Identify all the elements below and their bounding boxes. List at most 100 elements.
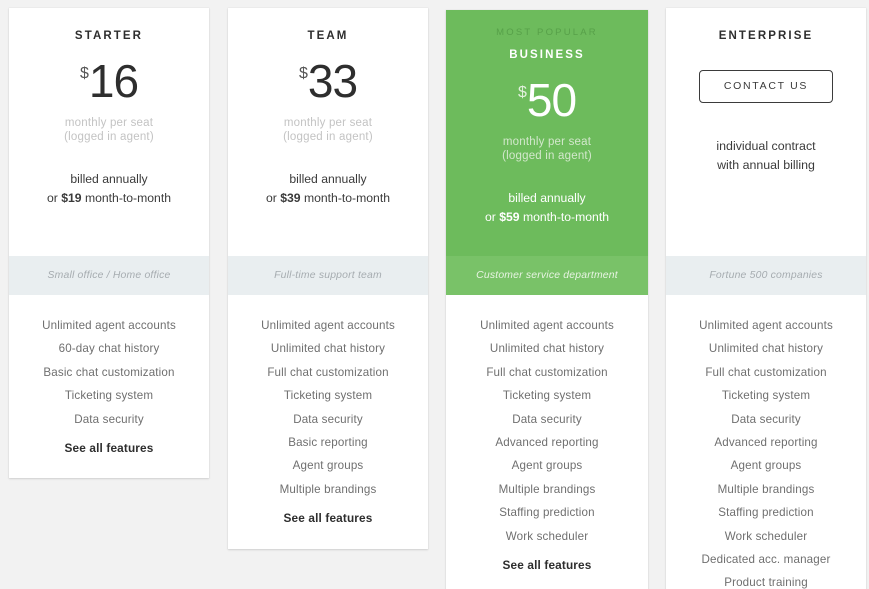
most-popular-badge: MOST POPULAR: [496, 27, 598, 38]
billing-note: billed annually or $19 month-to-month: [21, 170, 197, 208]
billed-prefix: or: [266, 191, 281, 205]
per-seat-line-1: monthly per seat: [502, 136, 592, 148]
currency-symbol: $: [79, 65, 89, 82]
plan-header-enterprise: ENTERPRISE CONTACT US individual contrac…: [666, 8, 866, 256]
feature-item: Ticketing system: [721, 389, 811, 403]
feature-item: Advanced reporting: [495, 436, 599, 450]
feature-item: Data security: [74, 412, 144, 426]
plan-tagline: Small office / Home office: [9, 256, 209, 295]
price-amount: 33: [307, 55, 358, 107]
plan-card-team[interactable]: TEAM $33 monthly per seat (logged in age…: [228, 8, 428, 549]
feature-item: Ticketing system: [283, 389, 373, 403]
feature-item: Full chat customization: [486, 365, 608, 379]
feature-item: Staffing prediction: [499, 506, 595, 520]
per-seat-line-1: monthly per seat: [64, 117, 154, 129]
currency-symbol: $: [298, 65, 308, 82]
plan-card-enterprise[interactable]: ENTERPRISE CONTACT US individual contrac…: [666, 8, 866, 589]
enterprise-note-line-2: with annual billing: [717, 157, 815, 172]
plan-tagline: Customer service department: [446, 256, 648, 295]
plan-header-team: TEAM $33 monthly per seat (logged in age…: [228, 8, 428, 256]
enterprise-note-line-1: individual contract: [716, 138, 816, 153]
see-all-features-link[interactable]: See all features: [17, 437, 201, 460]
feature-item: Data security: [293, 412, 363, 426]
per-seat-note: monthly per seat (logged in agent): [240, 116, 416, 144]
pricing-plans-grid: STARTER $16 monthly per seat (logged in …: [0, 0, 869, 589]
feature-item: Work scheduler: [505, 529, 589, 543]
plan-title: BUSINESS: [509, 49, 585, 61]
per-seat-note: monthly per seat (logged in agent): [458, 135, 636, 163]
per-seat-line-2: (logged in agent): [64, 131, 154, 143]
billed-annually-label: billed annually: [508, 191, 586, 205]
billed-annually-label: billed annually: [70, 172, 148, 186]
month-to-month-label: or $59 month-to-month: [458, 208, 636, 227]
feature-item: 60-day chat history: [58, 342, 160, 356]
feature-item: Basic reporting: [288, 436, 368, 450]
feature-item: Unlimited agent accounts: [261, 319, 395, 332]
billed-prefix: or: [47, 191, 62, 205]
feature-item: Agent groups: [511, 459, 583, 473]
feature-item: Full chat customization: [267, 365, 389, 379]
plan-header-business: MOST POPULAR BUSINESS $50 monthly per se…: [446, 10, 648, 256]
plan-price: $50: [458, 77, 636, 127]
per-seat-line-2: (logged in agent): [502, 150, 592, 162]
feature-list-starter: Unlimited agent accounts 60-day chat his…: [9, 295, 209, 479]
feature-item: Agent groups: [730, 459, 802, 473]
plan-tagline: Full-time support team: [228, 256, 428, 295]
feature-item: Unlimited agent accounts: [699, 319, 833, 332]
feature-item: Ticketing system: [502, 389, 592, 403]
feature-item: Product training: [724, 576, 808, 589]
per-seat-line-2: (logged in agent): [283, 131, 373, 143]
feature-item: Unlimited chat history: [270, 342, 386, 356]
feature-list-business: Unlimited agent accounts Unlimited chat …: [446, 295, 648, 589]
feature-item: Agent groups: [292, 459, 364, 473]
feature-item: Unlimited chat history: [489, 342, 605, 356]
plan-price: $16: [21, 58, 197, 108]
month-to-month-label: or $39 month-to-month: [240, 189, 416, 208]
feature-item: Staffing prediction: [718, 506, 814, 520]
feature-item: Ticketing system: [64, 389, 154, 403]
feature-item: Multiple brandings: [717, 482, 815, 496]
feature-item: Advanced reporting: [714, 436, 818, 450]
billed-annually-label: billed annually: [289, 172, 367, 186]
plan-price: $33: [240, 58, 416, 108]
feature-list-team: Unlimited agent accounts Unlimited chat …: [228, 295, 428, 549]
price-amount: 50: [526, 74, 577, 126]
per-seat-line-1: monthly per seat: [283, 117, 373, 129]
feature-item: Data security: [731, 412, 801, 426]
month-price: $59: [499, 210, 520, 224]
plan-header-starter: STARTER $16 monthly per seat (logged in …: [9, 8, 209, 256]
see-all-features-link[interactable]: See all features: [236, 507, 420, 530]
plan-card-business[interactable]: MOST POPULAR BUSINESS $50 monthly per se…: [446, 10, 648, 589]
plan-title: STARTER: [74, 30, 144, 42]
feature-item: Dedicated acc. manager: [701, 553, 831, 567]
billing-note: billed annually or $39 month-to-month: [240, 170, 416, 208]
feature-item: Unlimited agent accounts: [480, 319, 614, 332]
feature-item: Multiple brandings: [279, 482, 377, 496]
price-amount: 16: [88, 55, 139, 107]
month-price: $39: [280, 191, 301, 205]
feature-item: Basic chat customization: [43, 365, 175, 379]
see-all-features-link[interactable]: See all features: [454, 554, 640, 577]
billing-note: billed annually or $59 month-to-month: [458, 189, 636, 227]
month-price: $19: [61, 191, 82, 205]
plan-tagline: Fortune 500 companies: [666, 256, 866, 295]
feature-item: Multiple brandings: [498, 482, 596, 496]
feature-item: Data security: [512, 412, 582, 426]
enterprise-billing-note: individual contract with annual billing: [678, 137, 854, 175]
plan-title: TEAM: [307, 30, 349, 42]
feature-item: Unlimited chat history: [708, 342, 824, 356]
feature-item: Work scheduler: [724, 529, 808, 543]
currency-symbol: $: [517, 84, 527, 101]
month-to-month-label: or $19 month-to-month: [21, 189, 197, 208]
contact-us-button[interactable]: CONTACT US: [698, 70, 834, 103]
per-seat-note: monthly per seat (logged in agent): [21, 116, 197, 144]
billed-suffix: month-to-month: [519, 210, 609, 224]
feature-item: Full chat customization: [705, 365, 827, 379]
plan-title: ENTERPRISE: [718, 30, 814, 42]
plan-card-starter[interactable]: STARTER $16 monthly per seat (logged in …: [9, 8, 209, 479]
feature-item: Unlimited agent accounts: [42, 319, 176, 332]
billed-suffix: month-to-month: [300, 191, 390, 205]
billed-suffix: month-to-month: [81, 191, 171, 205]
billed-prefix: or: [485, 210, 500, 224]
feature-list-enterprise: Unlimited agent accounts Unlimited chat …: [666, 295, 866, 589]
